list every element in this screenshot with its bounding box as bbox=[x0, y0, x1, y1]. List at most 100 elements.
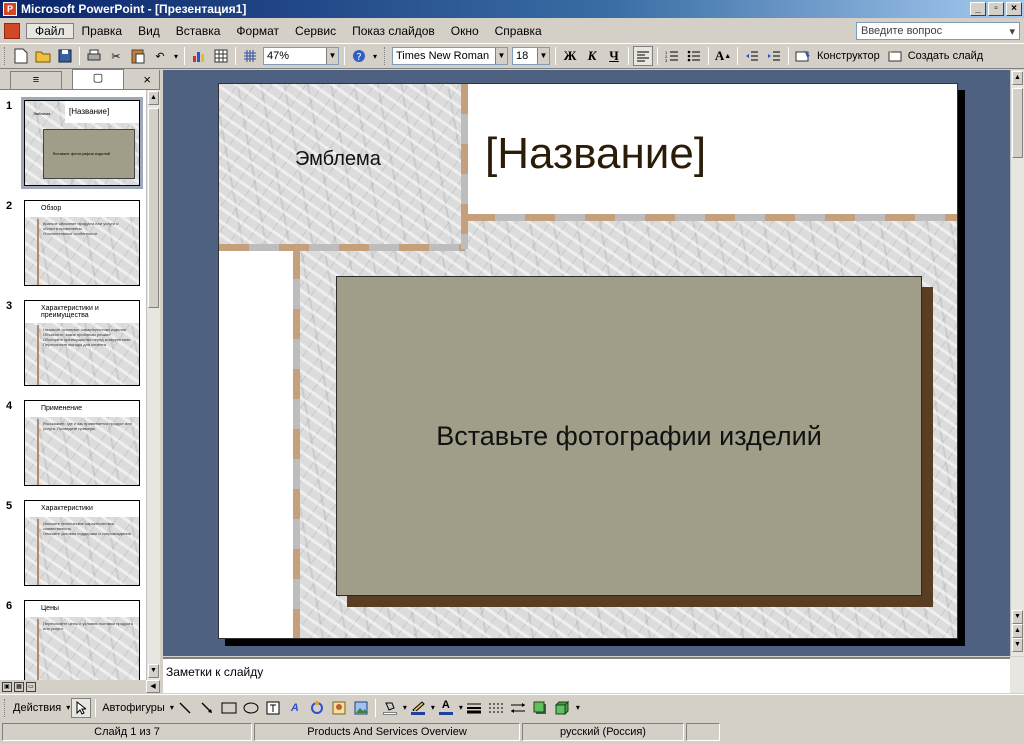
bullet-list-icon[interactable] bbox=[684, 46, 704, 66]
slide-thumbnail-6[interactable]: 6 Цены Перечислите цены и условия постав… bbox=[0, 596, 146, 680]
new-slide-button[interactable]: Создать слайд bbox=[908, 50, 983, 62]
line-icon[interactable] bbox=[175, 698, 195, 718]
slides-scrollbar[interactable]: ▲ ▼ bbox=[146, 90, 160, 680]
font-size-select[interactable]: 18 ▼ bbox=[512, 47, 550, 65]
arrow-icon[interactable] bbox=[197, 698, 217, 718]
scroll-down-icon[interactable]: ▼ bbox=[148, 664, 159, 678]
chevron-down-icon[interactable]: ▾ bbox=[170, 703, 174, 712]
chevron-down-icon[interactable]: ▼ bbox=[537, 48, 549, 64]
textbox-icon[interactable] bbox=[263, 698, 283, 718]
open-folder-icon[interactable] bbox=[33, 46, 53, 66]
select-pointer-icon[interactable] bbox=[71, 697, 92, 718]
chevron-down-icon[interactable]: ▾ bbox=[371, 46, 379, 66]
menu-tools[interactable]: Сервис bbox=[287, 24, 344, 38]
help-icon[interactable]: ? bbox=[349, 46, 369, 66]
chevron-down-icon[interactable]: ▾ bbox=[66, 703, 70, 712]
insert-chart-icon[interactable] bbox=[189, 46, 209, 66]
scroll-up-icon[interactable]: ▲ bbox=[1012, 71, 1023, 85]
actions-menu[interactable]: Действия bbox=[13, 702, 61, 714]
arrow-style-icon[interactable] bbox=[508, 698, 528, 718]
slide-title-placeholder[interactable]: [Название] bbox=[485, 129, 706, 179]
toolbar-grip[interactable] bbox=[384, 47, 387, 65]
paste-icon[interactable] bbox=[128, 46, 148, 66]
chevron-down-icon[interactable]: ▾ bbox=[574, 698, 582, 718]
wordart-icon[interactable]: A bbox=[285, 698, 305, 718]
print-icon[interactable] bbox=[84, 46, 104, 66]
slide-thumbnail-5[interactable]: 5 Характеристики Опишите технические хар… bbox=[0, 496, 146, 592]
toolbar-grip[interactable] bbox=[4, 698, 7, 717]
grid-icon[interactable] bbox=[240, 46, 260, 66]
previous-slide-icon[interactable]: ▲ bbox=[1012, 624, 1023, 638]
clipart-icon[interactable] bbox=[329, 698, 349, 718]
dash-style-icon[interactable] bbox=[486, 698, 506, 718]
underline-button[interactable]: Ч bbox=[604, 46, 624, 66]
menu-format[interactable]: Формат bbox=[228, 24, 287, 38]
menu-window[interactable]: Окно bbox=[443, 24, 487, 38]
line-color-icon[interactable] bbox=[408, 698, 428, 718]
tab-slides[interactable]: ▢ bbox=[72, 69, 124, 89]
close-icon[interactable]: × bbox=[143, 72, 151, 87]
ellipse-icon[interactable] bbox=[241, 698, 261, 718]
rectangle-icon[interactable] bbox=[219, 698, 239, 718]
photo-placeholder[interactable]: Вставьте фотографии изделий bbox=[336, 276, 922, 596]
document-icon[interactable] bbox=[4, 23, 20, 39]
grow-font-icon[interactable]: A ▲ bbox=[713, 46, 733, 66]
new-slide-icon[interactable] bbox=[884, 46, 904, 66]
toolbar-grip[interactable] bbox=[4, 47, 7, 65]
picture-icon[interactable] bbox=[351, 698, 371, 718]
scroll-thumb[interactable] bbox=[148, 108, 159, 308]
shadow-style-icon[interactable] bbox=[530, 698, 550, 718]
close-button[interactable]: × bbox=[1006, 2, 1022, 16]
zoom-select[interactable]: 47% ▼ bbox=[263, 47, 339, 65]
tab-outline[interactable]: ≡ bbox=[10, 71, 62, 89]
menu-insert[interactable]: Вставка bbox=[168, 24, 229, 38]
slide-thumbnail-2[interactable]: 2 Обзор Краткое описание продукта или ус… bbox=[0, 196, 146, 292]
diagram-icon[interactable] bbox=[307, 698, 327, 718]
undo-icon[interactable]: ↶ bbox=[150, 46, 170, 66]
notes-pane[interactable]: Заметки к слайду bbox=[163, 657, 1010, 693]
slideshow-view-icon[interactable]: ▭ bbox=[26, 681, 36, 692]
restore-button[interactable]: ▫ bbox=[988, 2, 1004, 16]
menu-file[interactable]: Файл bbox=[26, 23, 74, 39]
scroll-left-icon[interactable]: ◀ bbox=[146, 680, 160, 693]
increase-indent-icon[interactable] bbox=[764, 46, 784, 66]
slide-thumbnail-4[interactable]: 4 Применение Расскажите, где и как приме… bbox=[0, 396, 146, 492]
menu-help[interactable]: Справка bbox=[487, 24, 550, 38]
slide-thumbnail-3[interactable]: 3 Характеристики и преимущества Назовите… bbox=[0, 296, 146, 392]
chevron-down-icon[interactable]: ▾ bbox=[1009, 25, 1015, 38]
designer-icon[interactable] bbox=[793, 46, 813, 66]
chevron-down-icon[interactable]: ▾ bbox=[172, 46, 180, 66]
decrease-indent-icon[interactable] bbox=[742, 46, 762, 66]
line-style-icon[interactable] bbox=[464, 698, 484, 718]
scroll-thumb[interactable] bbox=[1012, 88, 1023, 158]
numbered-list-icon[interactable]: 123 bbox=[662, 46, 682, 66]
slide-thumbnail-1[interactable]: 1 [Название] Эмблема Вставьте фотографии… bbox=[0, 96, 146, 192]
chevron-down-icon[interactable]: ▾ bbox=[459, 703, 463, 712]
fill-color-icon[interactable] bbox=[380, 698, 400, 718]
chevron-down-icon[interactable]: ▼ bbox=[495, 48, 507, 64]
designer-button[interactable]: Конструктор bbox=[817, 50, 880, 62]
autoshapes-menu[interactable]: Автофигуры bbox=[102, 702, 165, 714]
scroll-up-icon[interactable]: ▲ bbox=[148, 91, 159, 105]
normal-view-icon[interactable]: ▣ bbox=[2, 681, 12, 692]
minimize-button[interactable]: _ bbox=[970, 2, 986, 16]
menu-edit[interactable]: Правка bbox=[74, 24, 131, 38]
help-search-input[interactable]: Введите вопрос ▾ bbox=[856, 22, 1020, 40]
logo-placeholder[interactable]: Эмблема bbox=[219, 84, 465, 249]
slide-scrollbar[interactable]: ▲ ▼ ▲ ▼ bbox=[1010, 70, 1024, 656]
slide-sorter-icon[interactable]: ▦ bbox=[14, 681, 24, 692]
italic-button[interactable]: К bbox=[582, 46, 602, 66]
next-slide-icon[interactable]: ▼ bbox=[1012, 638, 1023, 652]
insert-table-icon[interactable] bbox=[211, 46, 231, 66]
bold-button[interactable]: Ж bbox=[560, 46, 580, 66]
menu-slideshow[interactable]: Показ слайдов bbox=[344, 24, 443, 38]
font-name-select[interactable]: Times New Roman ▼ bbox=[392, 47, 508, 65]
chevron-down-icon[interactable]: ▾ bbox=[431, 703, 435, 712]
save-icon[interactable] bbox=[55, 46, 75, 66]
new-document-icon[interactable] bbox=[11, 46, 31, 66]
notes-scrollbar[interactable] bbox=[1010, 657, 1024, 693]
cut-icon[interactable]: ✂ bbox=[106, 46, 126, 66]
font-color-icon[interactable]: A bbox=[436, 698, 456, 718]
align-left-icon[interactable] bbox=[633, 46, 653, 66]
scroll-down-icon[interactable]: ▼ bbox=[1012, 610, 1023, 624]
